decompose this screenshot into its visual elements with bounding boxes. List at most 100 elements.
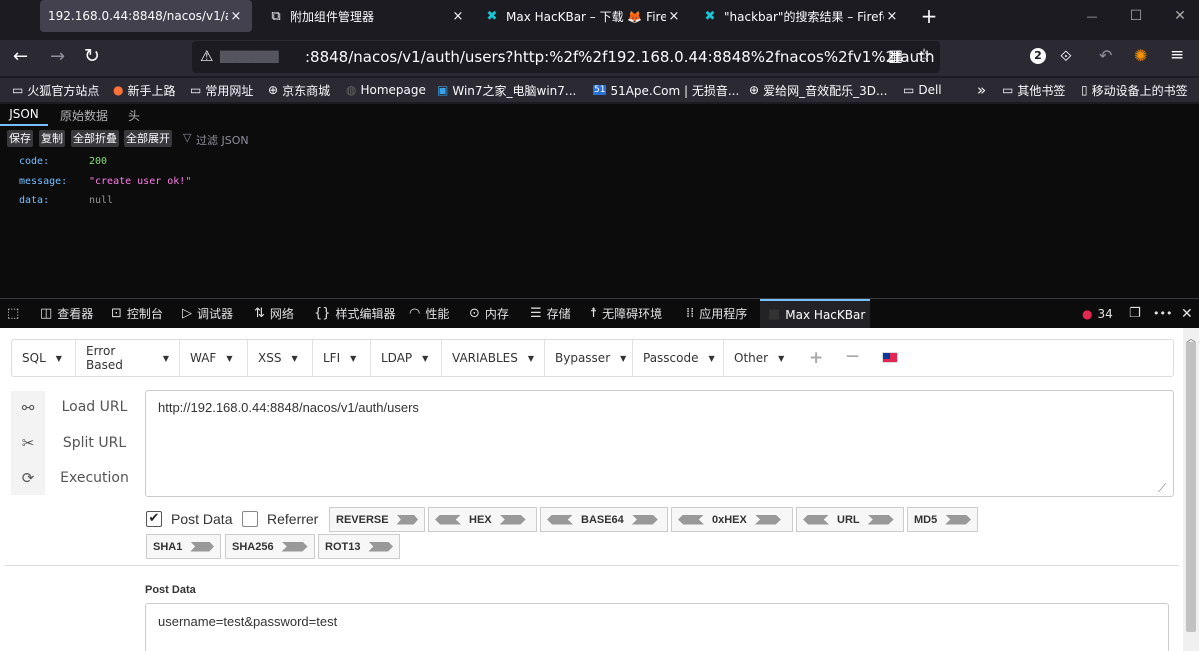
tab-memory[interactable]: ⊙ 内存: [469, 299, 509, 328]
maximize-button[interactable]: ☐: [1124, 0, 1148, 32]
extensions-icon[interactable]: ⟐: [1060, 47, 1072, 65]
close-window-button[interactable]: ✕: [1168, 0, 1192, 32]
bookmark-item[interactable]: ▭ 常用网址: [190, 81, 253, 99]
bookmark-item[interactable]: ⊕ 京东商城: [268, 81, 330, 99]
tab-storage[interactable]: ☰ 存储: [530, 299, 571, 328]
sha256-button[interactable]: SHA256: [225, 534, 315, 559]
arrow-right-icon: [945, 514, 971, 525]
dock-toggle-icon[interactable]: ❐: [1129, 299, 1141, 328]
tab-close-icon[interactable]: ×: [884, 9, 900, 24]
bookmark-item[interactable]: ⊕ 爱给网_音效配乐_3D...: [749, 81, 895, 99]
post-data-checkbox[interactable]: ✔: [146, 511, 162, 527]
base64-button[interactable]: BASE64: [540, 507, 668, 532]
menu-ldap[interactable]: LDAP ▼: [371, 340, 442, 376]
resize-handle-icon[interactable]: ⟋: [1158, 481, 1166, 496]
0xhex-button[interactable]: 0xHEX: [671, 507, 793, 532]
execution-button[interactable]: Execution: [52, 470, 137, 486]
menu-lfi[interactable]: LFI ▼: [313, 340, 371, 376]
bookmark-item[interactable]: ● 新手上路: [113, 81, 176, 99]
menu-error-based[interactable]: Error Based ▼: [76, 340, 180, 376]
url-text[interactable]: :8848/nacos/v1/auth/users?http:%2f%2f192…: [305, 48, 935, 66]
split-url-button[interactable]: Split URL: [52, 435, 137, 451]
tab-raw-data[interactable]: 原始数据: [60, 107, 108, 124]
add-field-button[interactable]: +: [809, 348, 823, 368]
qr-code-icon[interactable]: ▦: [888, 46, 903, 65]
collapse-all-button[interactable]: 全部折叠: [71, 130, 119, 147]
menu-xss[interactable]: XSS ▼: [248, 340, 313, 376]
minimize-button[interactable]: —: [1080, 0, 1104, 32]
load-url-button[interactable]: Load URL: [52, 399, 137, 415]
menu-sql[interactable]: SQL ▼: [12, 340, 76, 376]
post-data-textarea[interactable]: username=test&password=test: [145, 603, 1169, 651]
menu-passcode[interactable]: Passcode ▼: [633, 340, 724, 376]
tab-style-editor[interactable]: {} 样式编辑器: [314, 299, 396, 328]
error-counter[interactable]: ● 34: [1082, 299, 1113, 328]
undo-icon[interactable]: ↶: [1099, 46, 1112, 65]
load-url-link-icon[interactable]: ⚯: [11, 391, 45, 425]
tab-console[interactable]: ⊡ 控制台: [111, 299, 163, 328]
tab-max-hackbar-download[interactable]: ✖ Max HacKBar – 下载 🦊 Firefox ×: [478, 0, 688, 32]
tab-max-hackbar[interactable]: ■ Max HacKBar: [760, 299, 870, 328]
hex-button[interactable]: HEX: [428, 507, 537, 532]
menu-variables[interactable]: VARIABLES ▼: [442, 340, 545, 376]
bookmark-folder-other[interactable]: ▭ 其他书签: [1002, 81, 1065, 99]
tab-debugger[interactable]: ▷ 调试器: [182, 299, 233, 328]
tab-close-icon[interactable]: ×: [228, 9, 244, 24]
execution-refresh-icon[interactable]: ⟳: [11, 461, 45, 495]
flag-icon[interactable]: [882, 352, 898, 363]
tab-application[interactable]: ⁞⁞ 应用程序: [686, 299, 747, 328]
reverse-button[interactable]: REVERSE: [329, 507, 425, 532]
back-button[interactable]: ←: [13, 46, 28, 67]
tab-performance[interactable]: ◠ 性能: [409, 299, 449, 328]
bookmark-item[interactable]: ◍ Homepage: [346, 81, 426, 99]
forward-button[interactable]: →: [50, 46, 65, 67]
sha1-button[interactable]: SHA1: [146, 534, 221, 559]
post-data-label[interactable]: Post Data: [171, 511, 232, 527]
menu-other[interactable]: Other ▼: [724, 340, 798, 376]
menu-icon[interactable]: ≡: [1170, 45, 1184, 65]
address-bar[interactable]: ⚠ ▇▇▇▇▇▇▇ :8848/nacos/v1/auth/users?http…: [192, 41, 940, 73]
tab-close-icon[interactable]: ×: [666, 9, 682, 24]
referrer-label[interactable]: Referrer: [267, 511, 318, 527]
expand-all-button[interactable]: 全部展开: [124, 130, 172, 147]
tab-network[interactable]: ⇅ 网络: [254, 299, 294, 328]
md5-button[interactable]: MD5: [907, 507, 978, 532]
tab-close-icon[interactable]: ×: [450, 9, 466, 24]
lock-warning-icon[interactable]: ⚠: [200, 47, 213, 65]
bookmark-star-icon[interactable]: ☆: [916, 45, 932, 66]
tab-accessibility[interactable]: ☨ 无障碍环境: [590, 299, 662, 328]
tab-addons-manager[interactable]: ⧉ 附加组件管理器 ×: [262, 0, 472, 32]
element-picker-icon[interactable]: ⬚: [7, 299, 19, 328]
remove-field-button[interactable]: —: [846, 349, 859, 364]
referrer-checkbox[interactable]: [242, 511, 258, 527]
tab-hackbar-search[interactable]: ✖ "hackbar"的搜索结果 – Firefox ×: [696, 0, 906, 32]
url-textarea[interactable]: http://192.168.0.44:8848/nacos/v1/auth/u…: [145, 390, 1174, 497]
bookmarks-overflow-button[interactable]: »: [977, 81, 986, 99]
bookmark-folder-mobile[interactable]: ▯ 移动设备上的书签: [1081, 81, 1188, 99]
bookmark-item[interactable]: ▣ Win7之家_电脑win7...: [437, 81, 585, 99]
tab-nacos-users[interactable]: 192.168.0.44:8848/nacos/v1/auth/users ×: [40, 0, 252, 32]
scrollbar[interactable]: ︿: [1183, 328, 1199, 651]
tab-inspector[interactable]: ◫ 查看器: [40, 299, 93, 328]
hackbar-extension-icon[interactable]: ✺: [1134, 46, 1147, 65]
account-badge[interactable]: 2: [1030, 48, 1046, 64]
more-options-button[interactable]: •••: [1153, 299, 1172, 328]
reload-button[interactable]: ↻: [84, 45, 100, 67]
scroll-thumb[interactable]: [1186, 342, 1196, 632]
close-devtools-button[interactable]: ✕: [1181, 299, 1193, 328]
save-button[interactable]: 保存: [7, 130, 33, 147]
new-tab-button[interactable]: +: [918, 0, 940, 32]
menu-waf[interactable]: WAF ▼: [180, 340, 248, 376]
arrow-left-icon: [678, 514, 704, 525]
tab-headers[interactable]: 头: [128, 107, 140, 124]
tab-json[interactable]: JSON: [0, 104, 48, 126]
menu-bypasser[interactable]: Bypasser ▼: [545, 340, 633, 376]
split-url-scissors-icon[interactable]: ✂: [11, 426, 45, 460]
filter-json-input[interactable]: 过滤 JSON: [196, 132, 249, 148]
rot13-button[interactable]: ROT13: [318, 534, 400, 559]
copy-button[interactable]: 复制: [39, 130, 65, 147]
bookmark-item[interactable]: 51 51Ape.Com | 无损音...: [593, 81, 739, 99]
bookmark-item[interactable]: ▭ 火狐官方站点: [12, 81, 99, 99]
bookmark-item[interactable]: ▭ Dell: [903, 81, 942, 99]
url-button[interactable]: URL: [796, 507, 904, 532]
